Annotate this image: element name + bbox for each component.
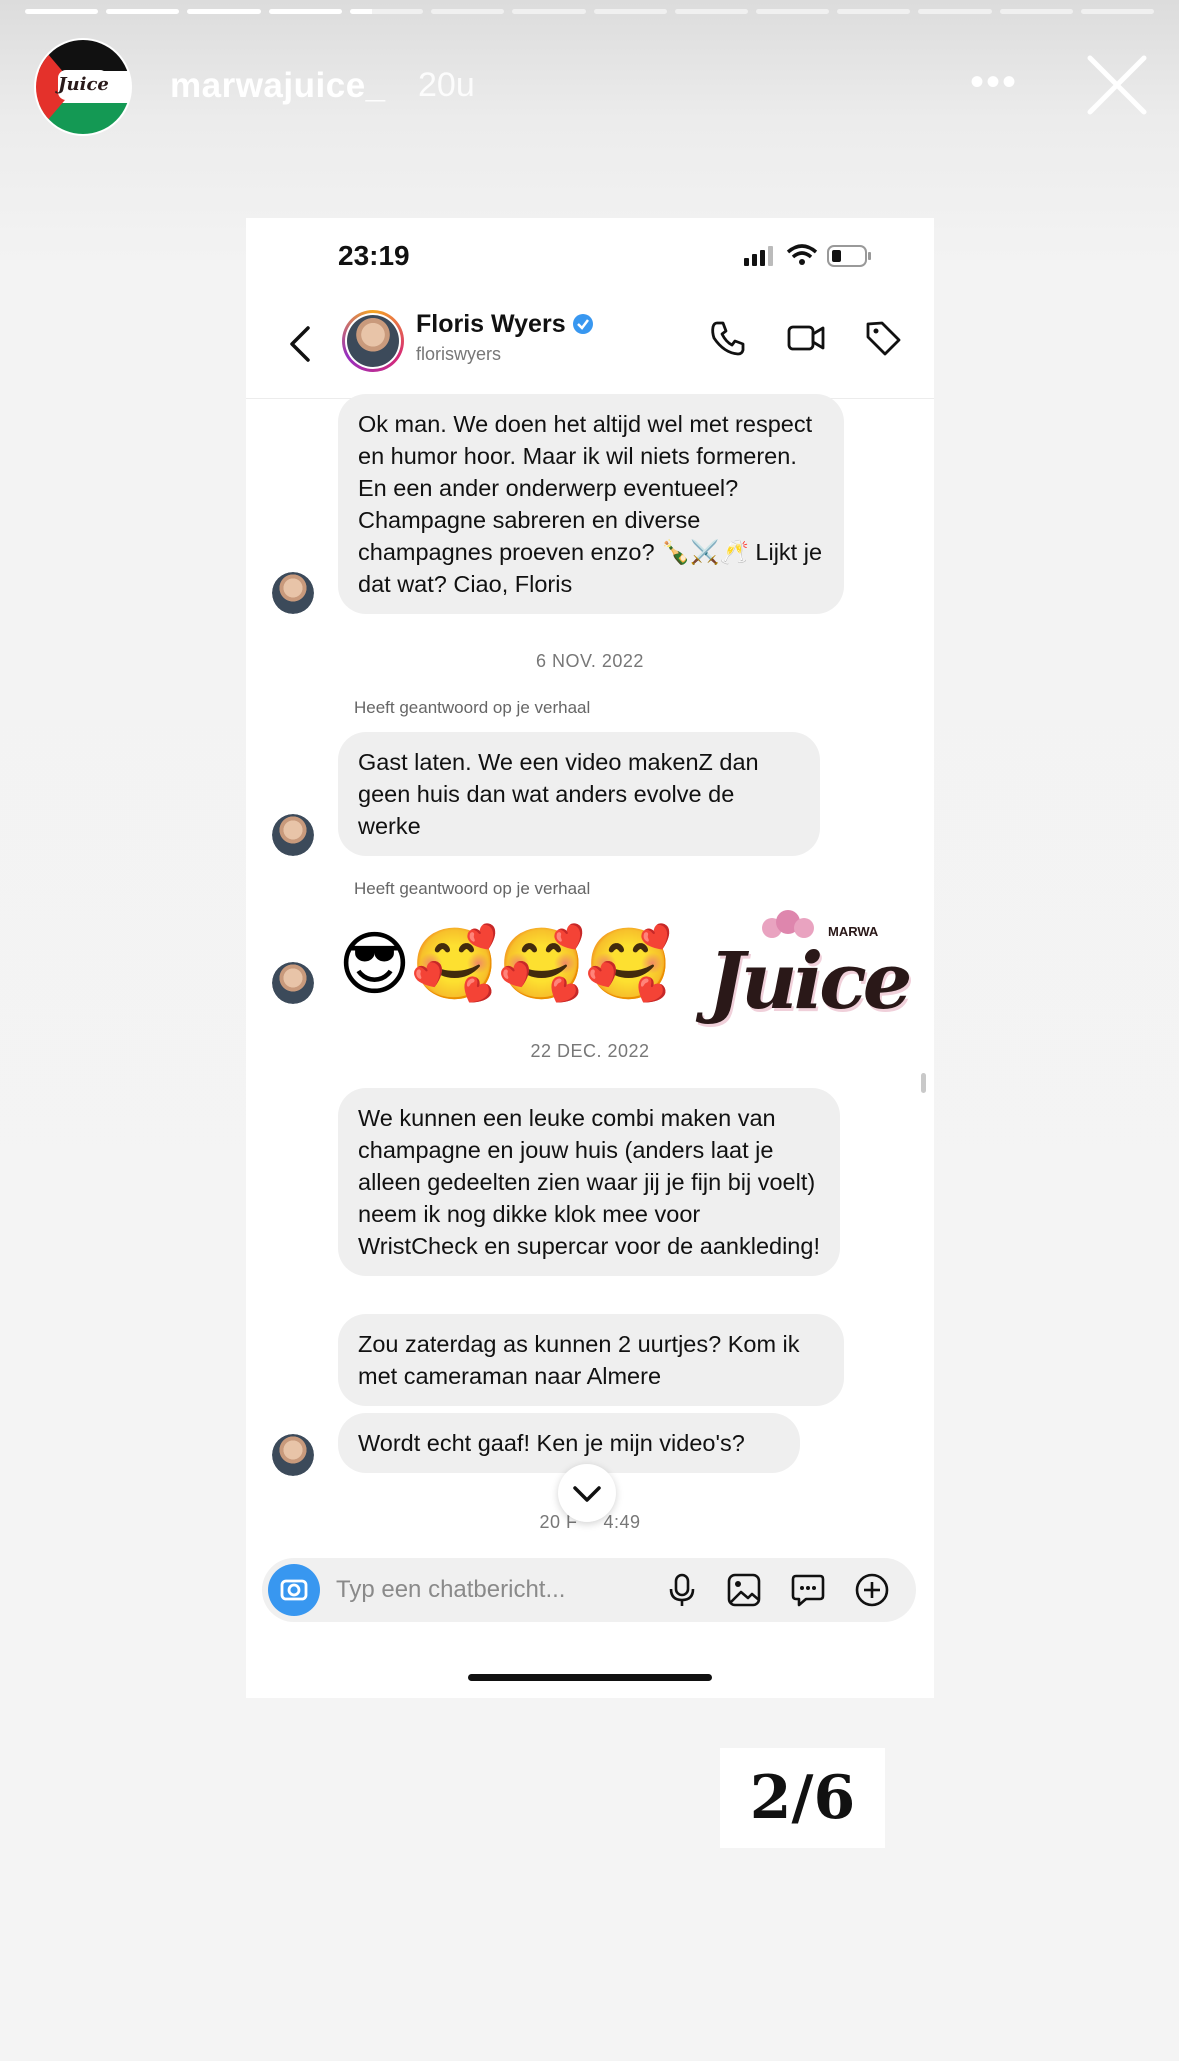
story-reply-note: Heeft geantwoord op je verhaal (354, 879, 591, 898)
close-icon[interactable] (1084, 52, 1150, 118)
message-bubble[interactable]: Zou zaterdag as kunnen 2 uurtjes? Kom ik… (338, 1314, 844, 1406)
sender-avatar (272, 962, 314, 1004)
contact-handle: floriswyers (416, 344, 502, 364)
camera-icon (280, 1579, 308, 1601)
emoji-message[interactable]: 😎🥰🥰🥰 (338, 924, 672, 1004)
juice-sticker[interactable]: MARWA Juice (708, 908, 912, 1027)
juice-logo-mini: Juice (58, 70, 109, 100)
progress-segment-current (349, 9, 424, 14)
date-separator: 22 DEC. 2022 (530, 1041, 650, 1061)
tag-icon[interactable] (863, 318, 903, 358)
scroll-down-button[interactable] (558, 1464, 616, 1522)
progress-segment (268, 9, 342, 14)
status-icons (744, 244, 871, 267)
story-reply-note: Heeft geantwoord op je verhaal (354, 698, 591, 717)
sender-avatar (272, 572, 314, 614)
message-composer[interactable]: Typ een chatbericht... (262, 1558, 916, 1622)
sender-avatar (272, 1434, 314, 1476)
home-indicator (468, 1674, 712, 1681)
progress-segment (106, 9, 180, 14)
message-input[interactable]: Typ een chatbericht... (336, 1576, 565, 1604)
sticker-chat-icon[interactable] (790, 1572, 826, 1608)
message-bubble[interactable]: Ok man. We doen het altijd wel met respe… (338, 394, 844, 614)
progress-segment (431, 9, 505, 14)
story-age: 20u (418, 66, 475, 104)
video-call-icon[interactable] (786, 318, 826, 358)
chat-header: Floris Wyers floriswyers (246, 296, 934, 399)
camera-button[interactable] (268, 1564, 320, 1616)
add-plus-icon[interactable] (854, 1572, 890, 1608)
message-bubble[interactable]: We kunnen een leuke combi maken van cham… (338, 1088, 840, 1276)
progress-segment (918, 9, 992, 14)
microphone-icon[interactable] (664, 1572, 700, 1608)
more-dots-icon[interactable]: ••• (970, 62, 1018, 102)
scrollbar[interactable] (921, 1073, 926, 1093)
verified-badge-icon (572, 314, 593, 334)
chevron-down-icon (573, 1486, 601, 1502)
progress-segment (593, 9, 667, 14)
phone-call-icon[interactable] (708, 318, 748, 358)
progress-segment (25, 9, 99, 14)
sticker-text: Juice (708, 936, 912, 1027)
date-separator: 6 NOV. 2022 (536, 651, 644, 671)
contact-name[interactable]: Floris Wyers (416, 310, 594, 339)
progress-segment (512, 9, 586, 14)
gallery-icon[interactable] (726, 1572, 762, 1608)
progress-segment (755, 9, 830, 14)
sender-avatar (272, 814, 314, 856)
message-bubble[interactable]: Gast laten. We een video makenZ dan geen… (338, 732, 820, 856)
progress-segment (837, 9, 911, 14)
story-username[interactable]: marwajuice_ (170, 66, 386, 106)
back-arrow-icon[interactable] (288, 324, 312, 364)
progress-segment (1080, 9, 1155, 14)
dm-screenshot: 23:19 Floris Wyers floriswyers Ok man. W… (246, 218, 934, 1698)
progress-segment (674, 9, 748, 14)
progress-segment (187, 9, 261, 14)
story-avatar[interactable]: Juice (36, 40, 130, 134)
contact-avatar[interactable] (342, 310, 404, 372)
status-time: 23:19 (338, 240, 410, 271)
page-counter: 2/6 (720, 1748, 885, 1848)
story-progress (25, 9, 1155, 14)
progress-segment (999, 9, 1073, 14)
